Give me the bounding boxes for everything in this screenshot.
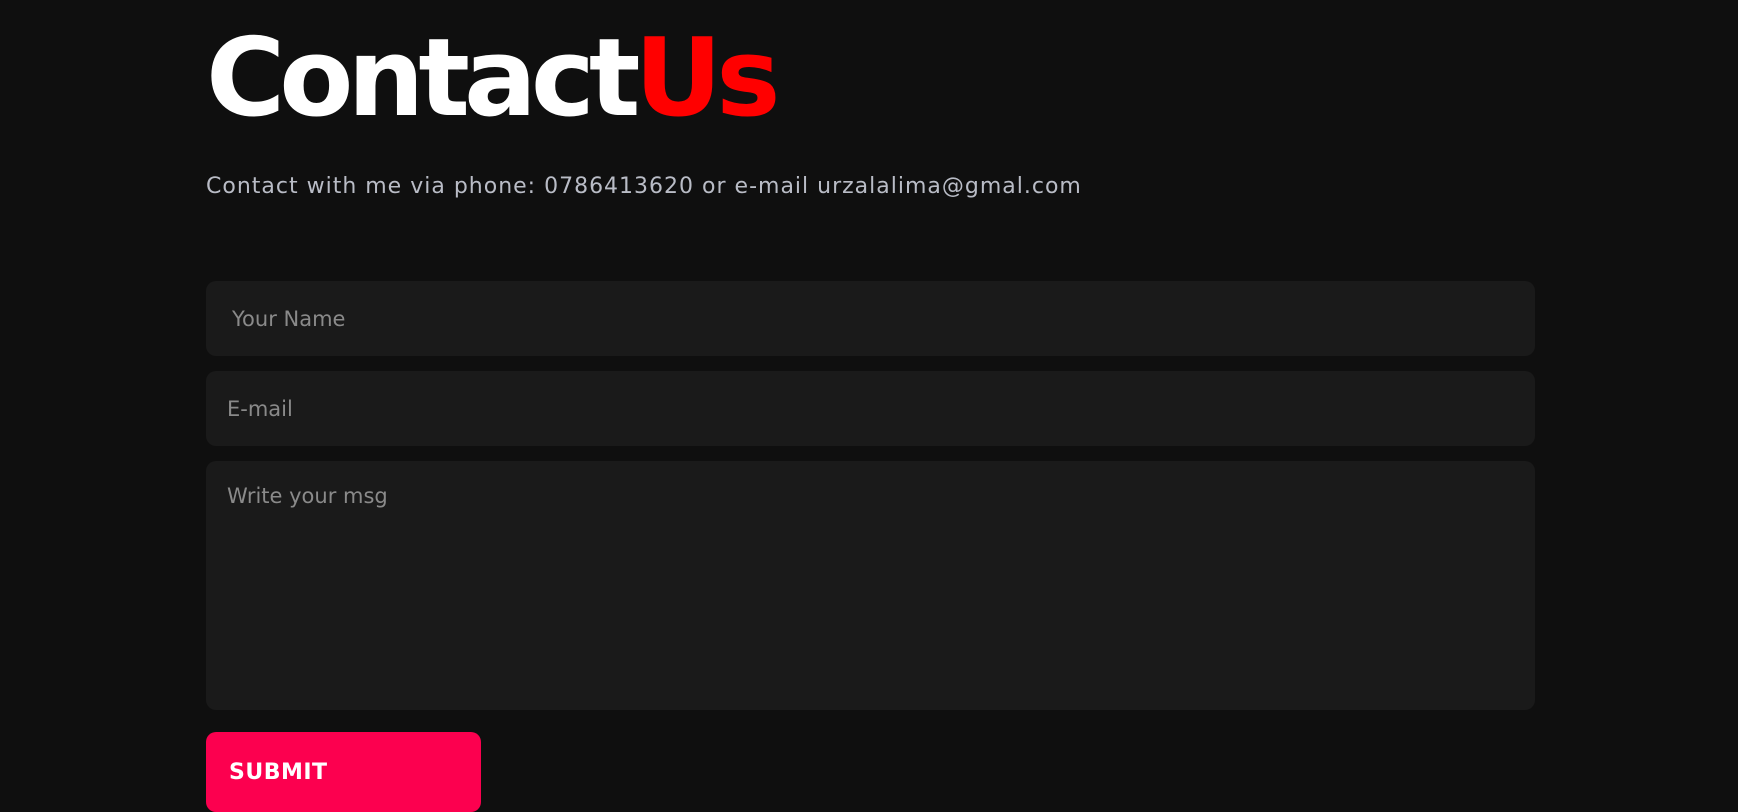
- title-contact: Contact: [206, 16, 640, 141]
- title-us-accent: Us: [634, 16, 781, 141]
- page-title: ContactUs: [206, 14, 781, 144]
- submit-button[interactable]: SUBMIT: [206, 732, 481, 812]
- message-textarea[interactable]: [206, 461, 1535, 710]
- name-input[interactable]: [206, 281, 1535, 356]
- contact-info-text: Contact with me via phone: 0786413620 or…: [206, 174, 1082, 199]
- email-input[interactable]: [206, 371, 1535, 446]
